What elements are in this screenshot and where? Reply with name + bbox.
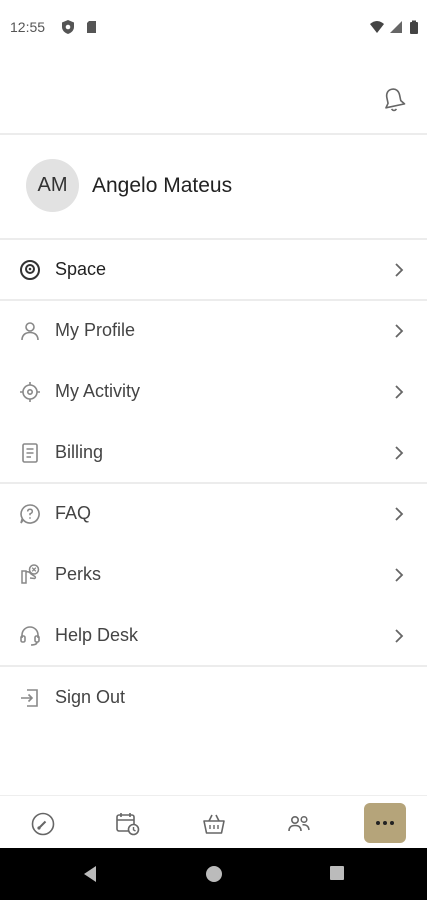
profile-row[interactable]: AM Angelo Mateus [0, 136, 427, 238]
receipt-icon [22, 443, 38, 463]
menu-item-my-activity[interactable]: My Activity [0, 362, 427, 422]
menu-label-my-activity: My Activity [55, 381, 141, 401]
divider [0, 133, 427, 135]
discount-tag-icon [21, 564, 40, 584]
back-icon[interactable] [82, 865, 98, 883]
chevron-right-icon [395, 629, 404, 643]
wifi-icon [370, 21, 384, 33]
recents-icon[interactable] [329, 865, 345, 881]
menu-item-help-desk[interactable]: Help Desk [0, 606, 427, 666]
menu-item-perks[interactable]: Perks [0, 545, 427, 605]
android-nav-bar [0, 848, 427, 900]
profile-name: Angelo Mateus [92, 174, 233, 197]
status-time: 12:55 [10, 19, 46, 35]
signal-icon [390, 21, 402, 33]
notification-bell-icon[interactable] [381, 86, 407, 114]
menu-item-faq[interactable]: FAQ [0, 484, 427, 544]
status-bar: 12:55 [0, 0, 427, 56]
nav-bookings[interactable] [108, 804, 148, 844]
avatar: AM [26, 159, 79, 212]
nav-shop[interactable] [194, 804, 234, 844]
chevron-right-icon [395, 385, 404, 399]
menu-item-billing[interactable]: Billing [0, 423, 427, 483]
header [0, 56, 427, 134]
menu-item-my-profile[interactable]: My Profile [0, 301, 427, 361]
nav-community[interactable] [279, 804, 319, 844]
calendar-clock-icon [116, 813, 140, 836]
chevron-right-icon [395, 446, 404, 460]
menu-label-faq: FAQ [55, 503, 92, 523]
shield-icon [62, 20, 74, 34]
menu-item-sign-out[interactable]: Sign Out [0, 668, 427, 728]
dashboard-icon [31, 812, 55, 836]
headset-icon [20, 626, 40, 646]
chevron-right-icon [395, 324, 404, 338]
home-icon[interactable] [205, 865, 223, 883]
menu-label-my-profile: My Profile [55, 320, 136, 340]
menu-item-space[interactable]: Space [0, 240, 427, 300]
nav-more[interactable] [364, 803, 406, 843]
chevron-right-icon [395, 263, 404, 277]
basket-icon [203, 814, 225, 834]
crosshair-icon [20, 382, 40, 402]
user-icon [21, 322, 39, 341]
menu-label-space: Space [55, 259, 107, 279]
menu-label-perks: Perks [55, 564, 102, 584]
location-pin-icon [20, 260, 40, 280]
question-bubble-icon [20, 504, 40, 524]
menu-label-sign-out: Sign Out [55, 687, 126, 707]
battery-icon [410, 20, 418, 34]
menu-label-billing: Billing [55, 442, 104, 462]
people-icon [288, 815, 310, 832]
sign-out-icon [21, 689, 38, 707]
more-icon [376, 821, 394, 825]
chevron-right-icon [395, 568, 404, 582]
chevron-right-icon [395, 507, 404, 521]
divider [0, 665, 427, 667]
menu-label-help-desk: Help Desk [55, 625, 139, 645]
nav-dashboard[interactable] [23, 804, 63, 844]
bottom-nav [0, 795, 427, 848]
sim-card-icon [87, 21, 96, 33]
